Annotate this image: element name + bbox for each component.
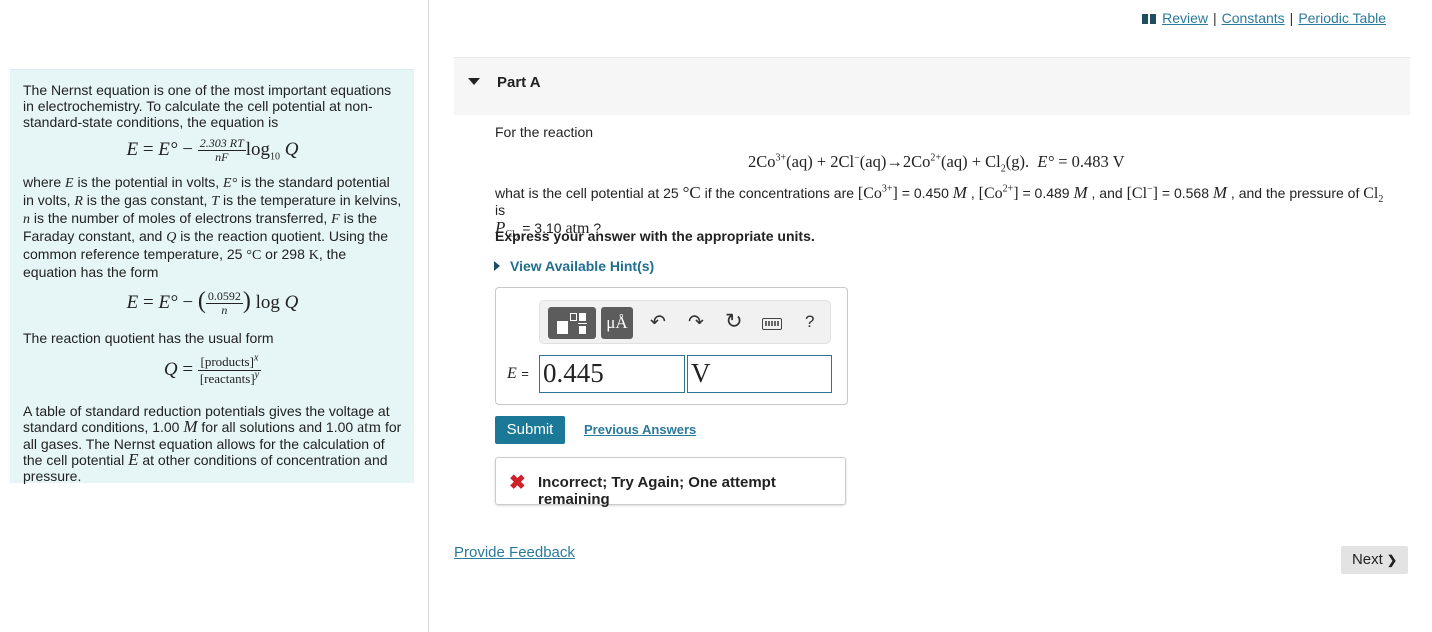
answer-value-input[interactable]: 0.445 — [539, 355, 685, 393]
reset-icon[interactable]: ↻ — [725, 309, 743, 334]
error-x-icon: ✖ — [509, 472, 526, 494]
chevron-right-icon: ❯ — [1386, 553, 1398, 567]
answer-label: E = — [507, 365, 529, 382]
help-icon[interactable]: ? — [805, 312, 814, 332]
previous-answers-link[interactable]: Previous Answers — [584, 422, 696, 437]
intro-paragraph-2: where E is the potential in volts, E° is… — [23, 174, 402, 280]
periodic-table-link[interactable]: Periodic Table — [1298, 10, 1386, 26]
instructions: Express your answer with the appropriate… — [495, 228, 815, 244]
nernst-equation-simplified: E = E° − (0.0592 n) log Q — [126, 287, 299, 317]
redo-icon[interactable]: ↷ — [688, 311, 704, 334]
next-button[interactable]: Next ❯ — [1341, 546, 1408, 574]
view-hints-toggle[interactable]: View Available Hint(s) — [494, 258, 654, 274]
reaction-quotient-equation: Q = [products]x [reactants]y — [163, 352, 262, 386]
question-lead: For the reaction — [495, 124, 594, 140]
fraction: 2.303 RT nF — [197, 136, 246, 164]
left-column: The Nernst equation is one of the most i… — [0, 0, 429, 632]
answer-unit-input[interactable]: V — [687, 355, 832, 393]
units-button[interactable]: μÅ — [601, 307, 633, 339]
keyboard-icon[interactable] — [762, 318, 782, 330]
submit-button[interactable]: Submit — [495, 416, 565, 444]
undo-icon[interactable]: ↶ — [650, 311, 666, 334]
intro-paragraph-3: The reaction quotient has the usual form — [23, 330, 274, 346]
part-title: Part A — [497, 74, 541, 91]
fraction: [products]x [reactants]y — [197, 352, 262, 386]
feedback-message: ✖ Incorrect; Try Again; One attempt rema… — [495, 457, 846, 508]
template-icon — [557, 321, 568, 334]
fraction: 0.0592 n — [205, 289, 243, 317]
intro-paragraph-4: A table of standard reduction potentials… — [23, 403, 402, 484]
intro-paragraph-1: The Nernst equation is one of the most i… — [23, 82, 392, 130]
templates-button[interactable] — [548, 307, 596, 339]
reaction-equation: 2Co3+(aq) + 2Cl−(aq)→2Co2+(aq) + Cl2(g).… — [748, 152, 1125, 175]
provide-feedback-link[interactable]: Provide Feedback — [454, 544, 575, 561]
top-links: Review | Constants | Periodic Table — [1142, 10, 1386, 26]
constants-link[interactable]: Constants — [1222, 10, 1285, 26]
nernst-equation: E = E° − 2.303 RT nF log10 Q — [126, 136, 299, 164]
caret-right-icon — [494, 261, 500, 271]
feedback-text: Incorrect; Try Again; One attempt remain… — [538, 474, 776, 508]
book-icon — [1142, 14, 1157, 24]
answer-box: μÅ ↶ ↷ ↻ ? E = 0.445 V — [495, 287, 848, 405]
math-toolbar: μÅ ↶ ↷ ↻ ? — [539, 300, 831, 344]
part-a-header[interactable]: Part A — [454, 57, 1410, 115]
caret-down-icon — [468, 78, 480, 85]
intro-panel: The Nernst equation is one of the most i… — [10, 69, 414, 484]
review-link[interactable]: Review — [1162, 10, 1208, 26]
